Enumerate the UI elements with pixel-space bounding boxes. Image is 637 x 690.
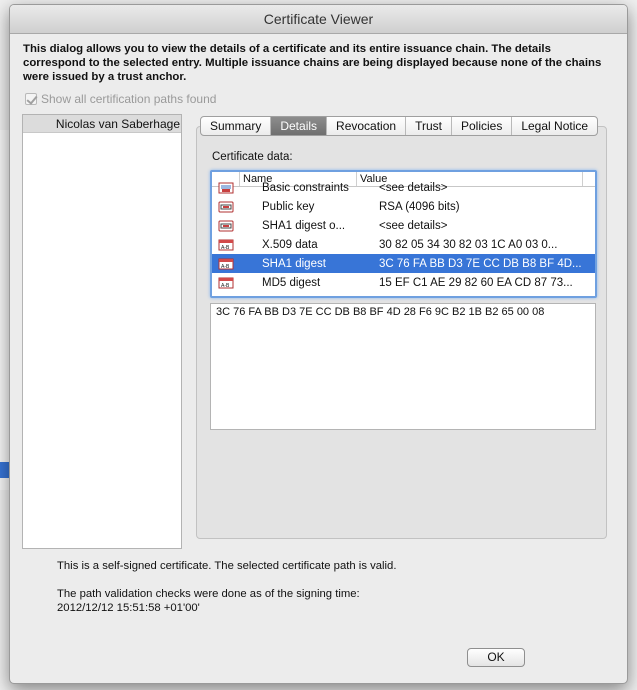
table-row[interactable]: Public key RSA (4096 bits) (212, 197, 595, 216)
table-row[interactable]: A-B SHA1 digest 3C 76 FA BB D3 7E CC DB B8… (212, 254, 595, 273)
table-rows: Basic constraints <see details> Public key… (212, 178, 595, 292)
tab-details[interactable]: Details (271, 117, 328, 135)
tab-trust[interactable]: Trust (406, 117, 452, 135)
selected-value-field[interactable]: 3C 76 FA BB D3 7E CC DB B8 BF 4D 28 F6 9… (210, 303, 596, 430)
table-row[interactable]: SHA1 digest o... <see details> (212, 216, 595, 235)
status-line-2: The path validation checks were done as … (57, 588, 360, 600)
data-icon: A-B (212, 258, 240, 270)
tab-bar: Summary Details Revocation Trust Policie… (200, 116, 599, 136)
key-icon (212, 220, 240, 232)
certificate-icon (212, 182, 240, 194)
status-line-1: This is a self-signed certificate. The s… (57, 560, 397, 572)
row-value: RSA (4096 bits) (379, 200, 460, 213)
key-icon (212, 201, 240, 213)
row-value: <see details> (379, 181, 448, 194)
data-icon: A-B (212, 277, 240, 289)
show-all-paths-checkbox[interactable] (25, 93, 37, 105)
row-name: Basic constraints (262, 181, 349, 194)
intro-text: This dialog allows you to view the detai… (23, 43, 602, 83)
table-row[interactable]: A-B X.509 data 30 82 05 34 30 82 03 1C A0 … (212, 235, 595, 254)
validation-status: This is a self-signed certificate. The s… (57, 559, 396, 615)
row-value: <see details> (379, 219, 448, 232)
certificate-data-table[interactable]: Name Value Basic constraints <see details… (210, 170, 597, 298)
tab-policies[interactable]: Policies (452, 117, 513, 135)
certificate-data-label: Certificate data: (212, 151, 293, 163)
show-all-paths-label: Show all certification paths found (41, 92, 217, 106)
svg-text:A-B: A-B (221, 283, 230, 289)
certificate-path-list[interactable]: Nicolas van Saberhage (22, 114, 182, 549)
row-name: SHA1 digest (262, 257, 326, 270)
row-value: 3C 76 FA BB D3 7E CC DB B8 BF 4D... (379, 257, 582, 270)
row-name: X.509 data (262, 238, 318, 251)
svg-text:A-B: A-B (221, 245, 230, 251)
row-value: 30 82 05 34 30 82 03 1C A0 03 0... (379, 238, 558, 251)
data-icon: A-B (212, 239, 240, 251)
table-row[interactable]: A-B MD5 digest 15 EF C1 AE 29 82 60 EA CD … (212, 273, 595, 292)
row-name: MD5 digest (262, 276, 321, 289)
tab-summary[interactable]: Summary (201, 117, 272, 135)
show-all-paths-checkbox-row: Show all certification paths found (25, 92, 216, 106)
tab-legal-notice[interactable]: Legal Notice (512, 117, 597, 135)
row-name: Public key (262, 200, 315, 213)
tab-revocation[interactable]: Revocation (327, 117, 407, 135)
row-value: 15 EF C1 AE 29 82 60 EA CD 87 73... (379, 276, 573, 289)
ok-button[interactable]: OK (467, 648, 525, 667)
path-entry[interactable]: Nicolas van Saberhage (23, 115, 181, 133)
svg-text:A-B: A-B (221, 264, 230, 270)
status-line-3: 2012/12/12 15:51:58 +01'00' (57, 602, 200, 614)
table-row[interactable]: Basic constraints <see details> (212, 178, 595, 197)
dialog-content: This dialog allows you to view the detai… (9, 4, 628, 684)
row-name: SHA1 digest o... (262, 219, 346, 232)
